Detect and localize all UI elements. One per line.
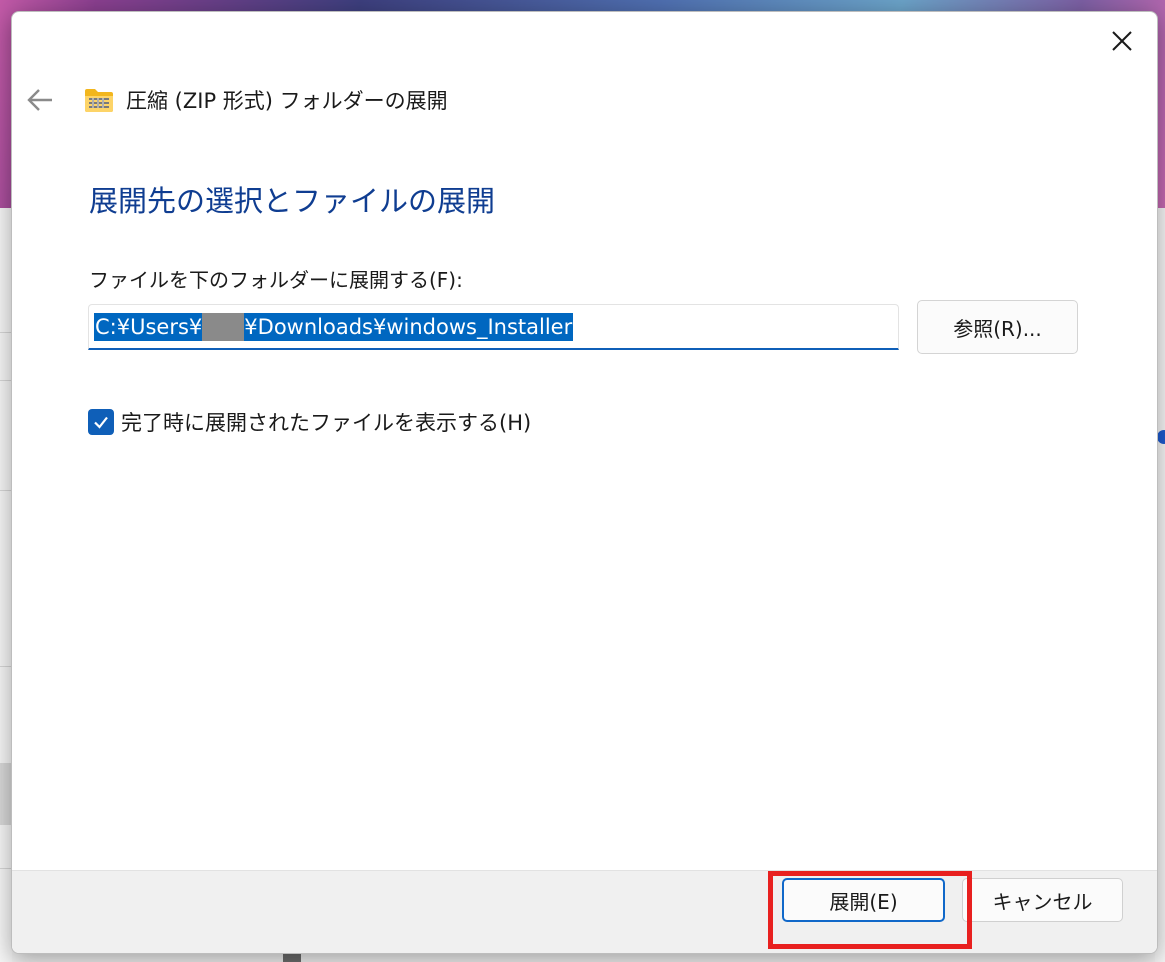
show-files-checkbox-label: 完了時に展開されたファイルを表示する(H) xyxy=(121,411,532,435)
path-prefix: C:¥Users¥ xyxy=(95,315,203,339)
selected-path-text: C:¥Users¥ ¥Downloads¥windows_Installer xyxy=(94,313,574,341)
extract-zip-dialog: 圧縮 (ZIP 形式) フォルダーの展開 展開先の選択とファイルの展開 ファイル… xyxy=(11,11,1158,954)
back-arrow-icon xyxy=(27,89,52,111)
extract-button[interactable]: 展開(E) xyxy=(782,878,945,922)
title-bar: 圧縮 (ZIP 形式) フォルダーの展開 xyxy=(84,82,448,118)
close-button[interactable] xyxy=(1098,18,1146,64)
show-files-checkbox-row[interactable]: 完了時に展開されたファイルを表示する(H) xyxy=(88,406,531,438)
path-suffix: ¥Downloads¥windows_Installer xyxy=(244,315,573,339)
dialog-title: 圧縮 (ZIP 形式) フォルダーの展開 xyxy=(126,89,448,113)
cancel-button[interactable]: キャンセル xyxy=(962,878,1123,922)
checkmark-icon xyxy=(94,416,108,429)
destination-path-input[interactable]: C:¥Users¥ ¥Downloads¥windows_Installer xyxy=(88,304,899,350)
background-arrow-icon xyxy=(1157,430,1165,444)
close-icon xyxy=(1112,31,1132,51)
back-button[interactable] xyxy=(22,82,58,118)
redacted-username xyxy=(202,313,245,341)
page-heading: 展開先の選択とファイルの展開 xyxy=(89,184,496,218)
browse-button[interactable]: 参照(R)... xyxy=(917,300,1078,354)
zip-folder-icon xyxy=(85,89,113,112)
show-files-checkbox[interactable] xyxy=(88,409,114,435)
destination-label: ファイルを下のフォルダーに展開する(F): xyxy=(89,268,463,292)
